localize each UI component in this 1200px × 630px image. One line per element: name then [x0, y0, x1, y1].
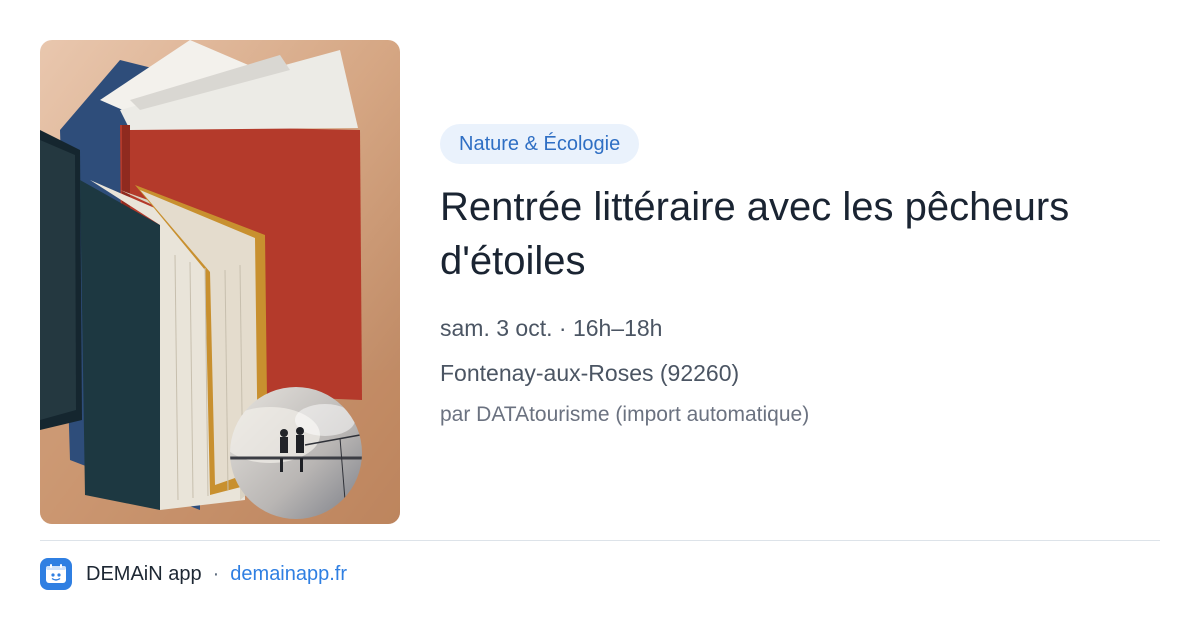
event-time: 16h–18h — [572, 315, 663, 341]
demain-logo-icon — [40, 558, 72, 590]
app-url-link[interactable]: demainapp.fr — [230, 563, 347, 586]
app-name: DEMAiN app — [86, 562, 202, 585]
footer-separator: · — [212, 562, 220, 585]
event-date: sam. 3 oct. — [440, 315, 553, 341]
event-location: Fontenay-aux-Roses (92260) — [440, 360, 740, 386]
footer-divider — [40, 540, 1160, 541]
event-title: Rentrée littéraire avec les pêcheurs d'é… — [440, 185, 1070, 283]
footer: DEMAiN app · demainapp.fr — [40, 557, 347, 591]
datetime-separator: · — [558, 315, 573, 341]
event-image — [40, 40, 400, 524]
books-photo — [40, 40, 400, 524]
event-source: par DATAtourisme (import automatique) — [440, 403, 810, 426]
category-badge[interactable]: Nature & Écologie — [440, 124, 640, 164]
event-datetime: sam. 3 oct. · 16h–18h — [440, 313, 662, 343]
